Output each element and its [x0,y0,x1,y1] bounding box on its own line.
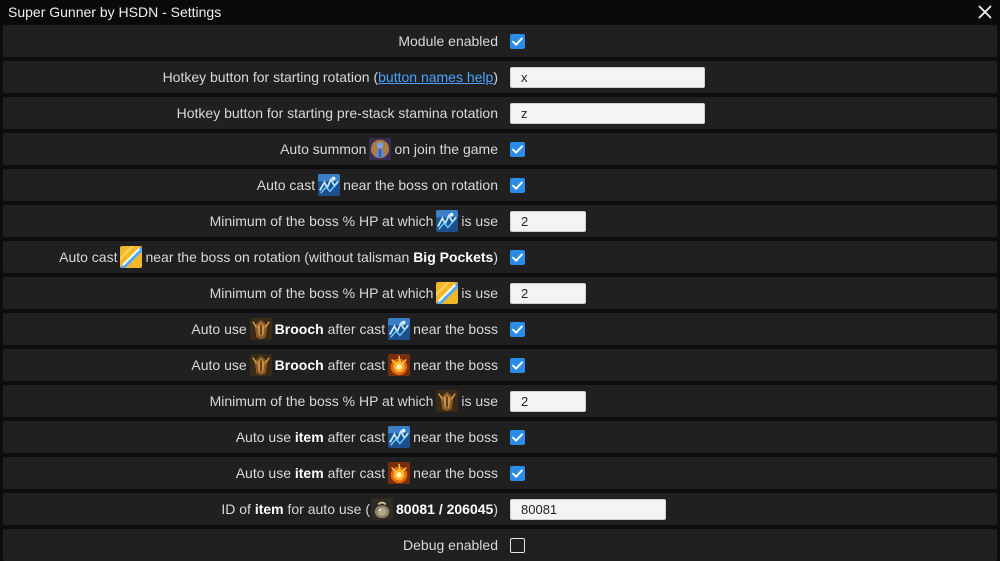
setting-label: Debug enabled [403,537,498,553]
setting-row-hotkey-rotation: Hotkey button for starting rotation (but… [3,61,997,93]
item-id-input[interactable] [510,498,666,520]
check-icon [510,358,525,373]
setting-label: ID of [221,501,251,517]
arcane-barrage-skill-icon [436,210,458,232]
setting-row-item-explosion: Auto use item after cast near the boss [3,457,997,489]
setting-row-auto-cast-lightning: Auto cast near the boss on rotation (wit… [3,241,997,273]
settings-list: Module enabled Hotkey button for startin… [0,24,1000,561]
setting-label: Auto summon [280,141,367,157]
setting-row-item-id: ID of item for auto use (80081 / 206045) [3,493,997,525]
setting-label: Module enabled [398,33,498,49]
setting-label-suffix: near the boss on rotation [343,177,498,193]
arcane-barrage-skill-icon [318,174,340,196]
hotkey-rotation-input[interactable] [510,66,705,88]
auto-cast-lightning-checkbox[interactable] [510,249,525,265]
brooch-item-icon [436,390,458,412]
module-enabled-checkbox[interactable] [510,33,525,49]
item-name: item [254,501,284,517]
setting-row-brooch-barrage: Auto use Brooch after cast near the boss [3,313,997,345]
setting-label-suffix: near the boss [413,465,498,481]
summon-skill-icon [369,138,391,160]
brooch-item-icon [250,318,272,340]
brooch-explosion-checkbox[interactable] [510,357,525,373]
setting-row-min-hp-lightning: Minimum of the boss % HP at which is use [3,277,997,309]
arcane-barrage-skill-icon [388,426,410,448]
auto-cast-barrage-checkbox[interactable] [510,177,525,193]
setting-label: Minimum of the boss % HP at which [209,285,434,301]
hotkey-prestack-input[interactable] [510,102,705,124]
check-icon [510,430,525,445]
setting-label-suffix: is use [461,393,498,409]
check-icon [510,322,525,337]
setting-label-suffix: near the boss [413,321,498,337]
explosion-skill-icon [388,462,410,484]
setting-label-mid: after cast [327,465,386,481]
close-icon [978,5,992,19]
min-hp-brooch-input[interactable] [510,390,586,412]
explosion-skill-icon [388,354,410,376]
setting-label-mid: after cast [327,429,386,445]
debug-enabled-checkbox[interactable] [510,537,525,553]
button-names-help-link[interactable]: button names help [378,69,493,85]
setting-label-suffix: is use [461,285,498,301]
brooch-item-icon [250,354,272,376]
setting-label: Auto cast [256,177,316,193]
setting-label: Hotkey button for starting pre-stack sta… [176,105,498,121]
setting-row-min-hp-brooch: Minimum of the boss % HP at which is use [3,385,997,417]
setting-label-suffix: on join the game [394,141,498,157]
setting-row-item-barrage: Auto use item after cast near the boss [3,421,997,453]
item-barrage-checkbox[interactable] [510,429,525,445]
check-icon [510,250,525,265]
setting-label: Hotkey button for starting rotation ( [162,69,379,85]
auto-summon-checkbox[interactable] [510,141,525,157]
setting-label-mid: after cast [327,321,386,337]
setting-label-mid: after cast [327,357,386,373]
setting-label: Auto cast [59,249,118,265]
setting-label: Auto use [191,321,247,337]
setting-label-mid: near the boss on rotation (without talis… [145,249,410,265]
window-title: Super Gunner by HSDN - Settings [8,4,222,20]
setting-label-suffix: is use [461,213,498,229]
settings-window: Super Gunner by HSDN - Settings Module e… [0,0,1000,561]
setting-row-brooch-explosion: Auto use Brooch after cast near the boss [3,349,997,381]
lightning-skill-icon [120,246,142,268]
setting-label: Minimum of the boss % HP at which [209,393,434,409]
check-icon [510,466,525,481]
close-button[interactable] [970,0,1000,24]
item-name: item [294,429,324,445]
brooch-name: Brooch [274,357,324,373]
check-icon [510,34,525,49]
item-name: item [294,465,324,481]
setting-row-hotkey-prestack: Hotkey button for starting pre-stack sta… [3,97,997,129]
setting-row-debug: Debug enabled [3,529,997,561]
setting-row-module-enabled: Module enabled [3,25,997,57]
arcane-barrage-skill-icon [388,318,410,340]
setting-label: Auto use [191,357,247,373]
item-explosion-checkbox[interactable] [510,465,525,481]
setting-label: Auto use [235,465,291,481]
setting-label: Minimum of the boss % HP at which [209,213,434,229]
item-pouch-icon [371,498,393,520]
brooch-name: Brooch [274,321,324,337]
talisman-name: Big Pockets [413,249,494,265]
setting-row-auto-cast-barrage: Auto cast near the boss on rotation [3,169,997,201]
setting-label-mid: for auto use ( [287,501,371,517]
check-icon [510,142,525,157]
setting-row-auto-summon: Auto summon on join the game [3,133,997,165]
lightning-skill-icon [436,282,458,304]
check-icon [510,178,525,193]
title-bar: Super Gunner by HSDN - Settings [0,0,1000,24]
item-ids: 80081 / 206045 [396,501,494,517]
brooch-barrage-checkbox[interactable] [510,321,525,337]
min-hp-barrage-input[interactable] [510,210,586,232]
setting-label-suffix: near the boss [413,429,498,445]
min-hp-lightning-input[interactable] [510,282,586,304]
setting-label: Auto use [235,429,291,445]
setting-row-min-hp-barrage: Minimum of the boss % HP at which is use [3,205,997,237]
setting-label-suffix: near the boss [413,357,498,373]
